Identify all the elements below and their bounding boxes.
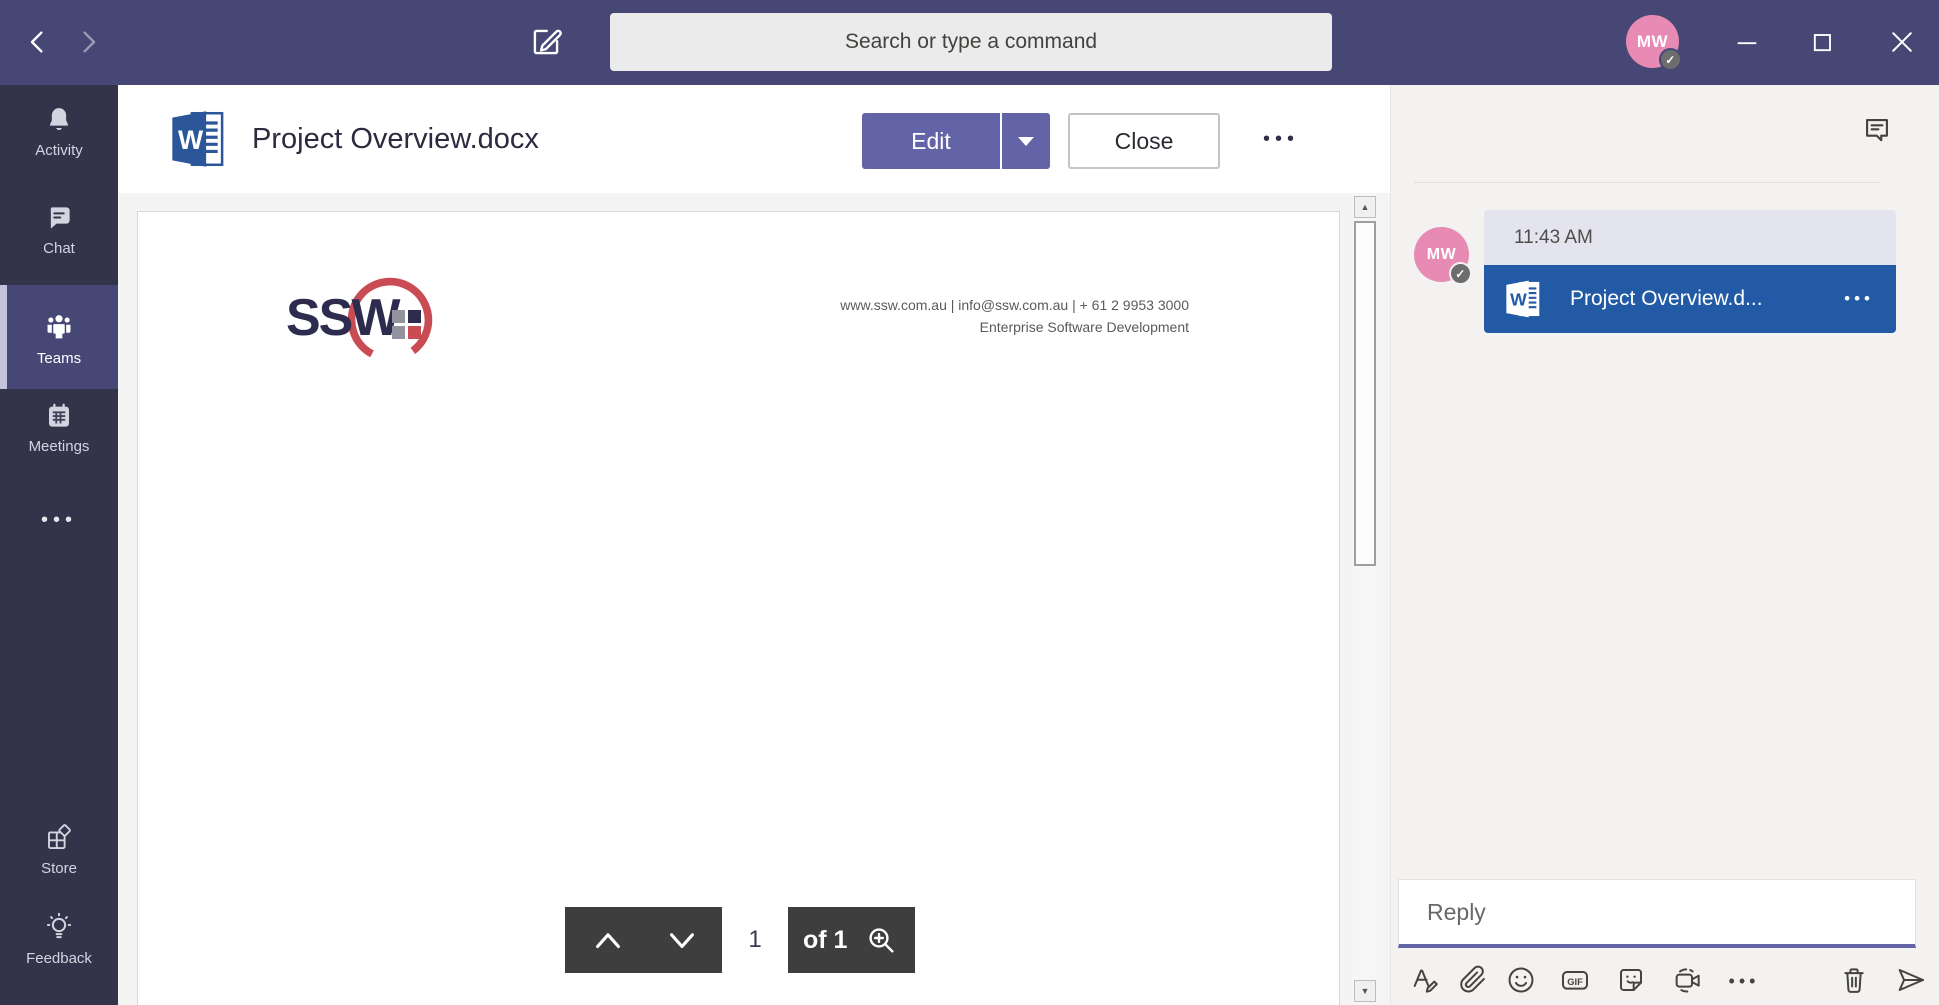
document-more-options-icon[interactable]: ••• — [1246, 113, 1316, 169]
sidebar-item-label: Meetings — [0, 438, 118, 455]
ssw-logo: SSW — [286, 278, 446, 368]
gif-icon[interactable]: GIF — [1559, 964, 1593, 998]
edit-button[interactable]: Edit — [862, 113, 1000, 169]
chevron-down-icon — [1018, 137, 1034, 146]
sticker-icon[interactable] — [1615, 964, 1649, 998]
reply-compose-box — [1398, 879, 1916, 948]
contact-line-1: www.ssw.com.au | info@ssw.com.au | + 61 … — [840, 294, 1189, 316]
user-avatar[interactable]: MW ✓ — [1626, 15, 1679, 68]
close-window-icon[interactable] — [1887, 27, 1917, 57]
svg-text:W: W — [1510, 289, 1527, 309]
message-bubble: 11:43 AM W Project Overview.d... ••• — [1484, 210, 1896, 333]
close-document-button[interactable]: Close — [1068, 113, 1220, 169]
meet-now-video-icon[interactable] — [1671, 964, 1705, 998]
maximize-icon[interactable] — [1809, 27, 1837, 57]
back-icon[interactable] — [22, 26, 54, 58]
page-number-input[interactable] — [722, 907, 788, 973]
ellipsis-icon: ••• — [41, 509, 77, 531]
command-search — [610, 13, 1332, 71]
status-badge-icon: ✓ — [1449, 262, 1472, 285]
sidebar-item-label: Store — [0, 860, 118, 877]
send-icon[interactable] — [1894, 964, 1928, 998]
selected-accent-bar — [0, 285, 7, 389]
sidebar-item-teams[interactable]: Teams — [0, 285, 118, 389]
teams-app-window: MW ✓ Activity Chat — [0, 0, 1939, 1005]
sidebar-item-activity[interactable]: Activity — [0, 97, 118, 177]
search-input[interactable] — [610, 13, 1332, 71]
previous-page-icon[interactable] — [587, 927, 629, 953]
attachment-file-name: Project Overview.d... — [1570, 287, 1763, 311]
reply-input[interactable] — [1399, 880, 1915, 944]
contact-line-2: Enterprise Software Development — [840, 316, 1189, 338]
sidebar-item-meetings[interactable]: Meetings — [0, 393, 118, 477]
sidebar-item-label: Teams — [0, 350, 118, 367]
sidebar-item-label: Activity — [0, 142, 118, 159]
conversation-toggle-icon[interactable] — [1859, 113, 1895, 147]
zoom-in-icon[interactable] — [865, 924, 897, 956]
word-file-icon: W — [168, 107, 230, 171]
logo-text: SSW — [286, 288, 398, 348]
document-viewer: SSW www.ssw.com.au | info@ssw.com.au | +… — [118, 193, 1390, 1005]
message-header: 11:43 AM — [1484, 210, 1896, 265]
document-page: SSW www.ssw.com.au | info@ssw.com.au | +… — [137, 211, 1340, 1005]
chat-header-divider — [1414, 182, 1881, 183]
message-timestamp: 11:43 AM — [1514, 227, 1593, 248]
calendar-icon — [44, 401, 74, 431]
document-title: Project Overview.docx — [252, 85, 539, 193]
sidebar-item-label: Chat — [0, 240, 118, 257]
letterhead-contact: www.ssw.com.au | info@ssw.com.au | + 61 … — [840, 294, 1189, 338]
logo-grid-squares — [392, 310, 421, 339]
scrollbar-thumb[interactable] — [1354, 221, 1376, 566]
svg-text:W: W — [178, 125, 204, 155]
bell-icon — [44, 105, 74, 135]
title-bar: MW ✓ — [0, 0, 1939, 85]
sidebar-item-store[interactable]: Store — [0, 815, 118, 895]
attach-icon[interactable] — [1457, 964, 1491, 998]
document-preview-region: W Project Overview.docx Edit Close ••• — [118, 85, 1390, 1005]
format-icon[interactable] — [1410, 964, 1444, 998]
new-chat-icon[interactable] — [527, 23, 565, 61]
chat-bubble-icon — [44, 203, 74, 233]
next-page-icon[interactable] — [661, 927, 703, 953]
minimize-icon[interactable] — [1733, 27, 1761, 57]
emoji-icon[interactable] — [1505, 964, 1539, 998]
word-file-icon: W — [1504, 277, 1544, 321]
forward-icon[interactable] — [72, 26, 104, 58]
page-number-box — [722, 907, 788, 973]
compose-more-options-icon[interactable]: ••• — [1727, 964, 1761, 998]
scroll-up-icon[interactable]: ▲ — [1354, 196, 1376, 218]
page-navigation-toolbar: of 1 — [565, 907, 915, 973]
sidebar-item-feedback[interactable]: Feedback — [0, 903, 118, 993]
message-avatar[interactable]: MW ✓ — [1414, 227, 1469, 282]
document-scrollbar: ▲ ▼ — [1353, 193, 1377, 1005]
file-attachment-card[interactable]: W Project Overview.d... ••• — [1484, 265, 1896, 333]
teams-people-icon — [43, 311, 75, 343]
sidebar-item-chat[interactable]: Chat — [0, 195, 118, 275]
page-count-label: of 1 — [803, 907, 847, 973]
svg-text:GIF: GIF — [1567, 977, 1583, 987]
store-icon — [44, 823, 74, 853]
sidebar-item-label: Feedback — [0, 950, 118, 967]
status-badge-icon: ✓ — [1659, 48, 1682, 71]
delete-icon[interactable] — [1838, 964, 1872, 998]
sidebar-more-apps[interactable]: ••• — [0, 509, 118, 541]
avatar-initials: MW — [1427, 246, 1456, 264]
chat-panel: MW ✓ 11:43 AM W Project — [1390, 85, 1939, 1005]
edit-dropdown-button[interactable] — [1001, 113, 1050, 169]
document-header: W Project Overview.docx Edit Close ••• — [118, 85, 1390, 193]
attachment-more-options-icon[interactable]: ••• — [1844, 289, 1874, 309]
lightbulb-icon — [43, 911, 75, 943]
scroll-down-icon[interactable]: ▼ — [1354, 980, 1376, 1002]
avatar-initials: MW — [1637, 32, 1668, 52]
app-sidebar: Activity Chat Teams — [0, 85, 118, 1005]
